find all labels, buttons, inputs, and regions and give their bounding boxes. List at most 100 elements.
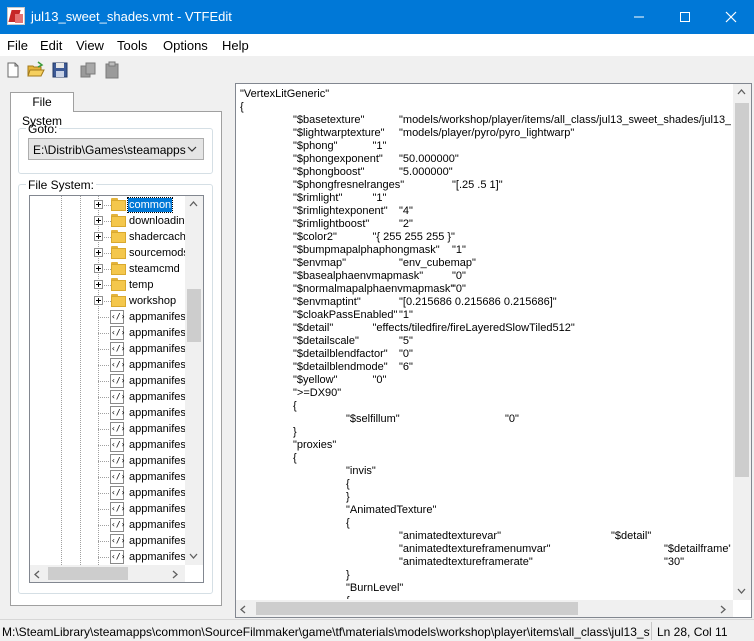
tree-file-item[interactable]: ‹/› appmanifes bbox=[30, 501, 185, 517]
editor-text-area[interactable]: "VertexLitGeneric"{"$basetexture" "models… bbox=[236, 84, 731, 599]
scroll-thumb[interactable] bbox=[735, 103, 749, 477]
tree-file-item[interactable]: ‹/› appmanifes bbox=[30, 309, 185, 325]
code-line-key: "$rimlightexponent" bbox=[293, 205, 388, 217]
paste-icon[interactable] bbox=[103, 61, 121, 79]
tree-file-item[interactable]: ‹/› appmanifes bbox=[30, 485, 185, 501]
tree-folder-item[interactable]: workshop bbox=[30, 293, 185, 309]
menu-file[interactable]: File bbox=[7, 38, 28, 53]
script-file-icon: ‹/› bbox=[110, 406, 125, 420]
tree-file-item[interactable]: ‹/› appmanifes bbox=[30, 405, 185, 421]
tree-item-label: appmanifes bbox=[129, 519, 185, 531]
code-line-key: { bbox=[293, 452, 297, 464]
open-folder-icon[interactable] bbox=[27, 61, 45, 79]
tree-folder-item[interactable]: temp bbox=[30, 277, 185, 293]
expand-plus-icon[interactable] bbox=[94, 296, 103, 305]
editor-vertical-scrollbar[interactable] bbox=[733, 84, 751, 600]
menu-options[interactable]: Options bbox=[163, 38, 208, 53]
save-icon[interactable] bbox=[51, 61, 69, 79]
tree-folder-item[interactable]: downloadin bbox=[30, 213, 185, 229]
menu-bar: File Edit View Tools Options Help bbox=[0, 34, 754, 56]
scroll-left-button[interactable] bbox=[236, 600, 253, 617]
expand-plus-icon[interactable] bbox=[94, 280, 103, 289]
code-line-key: { bbox=[346, 478, 350, 490]
expand-plus-icon[interactable] bbox=[94, 248, 103, 257]
tree-vertical-scrollbar[interactable] bbox=[185, 196, 203, 565]
code-line-key: "AnimatedTexture" bbox=[346, 504, 437, 516]
tree-file-item[interactable]: ‹/› appmanifes bbox=[30, 357, 185, 373]
scroll-down-button[interactable] bbox=[733, 583, 750, 600]
maximize-button[interactable] bbox=[662, 0, 708, 34]
copy-icon[interactable] bbox=[79, 61, 97, 79]
file-system-tree[interactable]: common downloadin shadercach sourcemods stea… bbox=[29, 195, 204, 583]
code-line-key: "animatedtexturevar" bbox=[399, 530, 501, 542]
script-file-icon: ‹/› bbox=[110, 518, 125, 532]
expand-plus-icon[interactable] bbox=[94, 232, 103, 241]
tree-connector bbox=[98, 445, 109, 446]
goto-combobox[interactable]: E:\Distrib\Games\steamapps bbox=[28, 138, 204, 160]
code-line-value: "$detail" bbox=[611, 530, 652, 542]
tree-folder-item[interactable]: common bbox=[30, 197, 185, 213]
tree-file-item[interactable]: ‹/› appmanifes bbox=[30, 549, 185, 565]
code-line-value: "1" bbox=[372, 140, 387, 152]
tree-file-item[interactable]: ‹/› appmanifes bbox=[30, 437, 185, 453]
tab-file-system[interactable]: File System bbox=[10, 92, 74, 128]
menu-tools[interactable]: Tools bbox=[117, 38, 147, 53]
tree-file-item[interactable]: ‹/› appmanifes bbox=[30, 517, 185, 533]
scroll-up-button[interactable] bbox=[185, 196, 202, 213]
folder-icon bbox=[111, 198, 126, 211]
tree-folder-item[interactable]: sourcemods bbox=[30, 245, 185, 261]
tree-file-item[interactable]: ‹/› appmanifes bbox=[30, 389, 185, 405]
tree-connector bbox=[98, 397, 109, 398]
tree-file-item[interactable]: ‹/› appmanifes bbox=[30, 469, 185, 485]
code-line-value: "1" bbox=[372, 192, 387, 204]
new-file-icon[interactable] bbox=[4, 61, 22, 79]
code-line-key: "$yellow" bbox=[293, 374, 338, 386]
code-line-key: { bbox=[293, 400, 297, 412]
scroll-right-button[interactable] bbox=[716, 600, 733, 617]
tree-file-item[interactable]: ‹/› appmanifes bbox=[30, 325, 185, 341]
scroll-up-button[interactable] bbox=[733, 84, 750, 101]
tree-file-item[interactable]: ‹/› appmanifes bbox=[30, 533, 185, 549]
script-file-icon: ‹/› bbox=[110, 454, 125, 468]
vtfedit-app-icon[interactable] bbox=[7, 7, 25, 25]
code-line-key: } bbox=[293, 426, 297, 438]
scroll-thumb[interactable] bbox=[187, 289, 201, 342]
scroll-down-button[interactable] bbox=[185, 548, 202, 565]
tree-file-item[interactable]: ‹/› appmanifes bbox=[30, 373, 185, 389]
vmt-text-editor[interactable]: "VertexLitGeneric"{"$basetexture" "models… bbox=[235, 83, 752, 618]
tree-connector bbox=[98, 493, 109, 494]
tree-file-item[interactable]: ‹/› appmanifes bbox=[30, 453, 185, 469]
menu-help[interactable]: Help bbox=[222, 38, 249, 53]
tree-file-item[interactable]: ‹/› appmanifes bbox=[30, 421, 185, 437]
expand-plus-icon[interactable] bbox=[94, 216, 103, 225]
tree-viewport: common downloadin shadercach sourcemods stea… bbox=[30, 196, 185, 565]
code-line-value: "{ 255 255 255 }" bbox=[372, 231, 455, 243]
tree-item-label: shadercach bbox=[129, 231, 185, 243]
chevron-right-icon bbox=[172, 570, 178, 579]
menu-edit[interactable]: Edit bbox=[40, 38, 62, 53]
tree-item-label: appmanifes bbox=[129, 359, 185, 371]
code-line-value: "0" bbox=[505, 413, 519, 425]
code-line-key: { bbox=[346, 517, 350, 529]
scroll-right-button[interactable] bbox=[168, 565, 185, 582]
minimize-button[interactable] bbox=[616, 0, 662, 34]
tree-file-item[interactable]: ‹/› appmanifes bbox=[30, 341, 185, 357]
menu-view[interactable]: View bbox=[76, 38, 104, 53]
expand-plus-icon[interactable] bbox=[94, 264, 103, 273]
code-line-value: "6" bbox=[399, 361, 413, 373]
expand-plus-icon[interactable] bbox=[94, 200, 103, 209]
script-file-icon: ‹/› bbox=[110, 374, 125, 388]
close-button[interactable] bbox=[708, 0, 754, 34]
tree-horizontal-scrollbar[interactable] bbox=[30, 565, 185, 582]
tree-folder-item[interactable]: shadercach bbox=[30, 229, 185, 245]
tree-item-label: appmanifes bbox=[129, 407, 185, 419]
editor-horizontal-scrollbar[interactable] bbox=[236, 600, 733, 617]
scroll-left-button[interactable] bbox=[30, 565, 47, 582]
code-line-key: "$color2" bbox=[293, 231, 337, 243]
code-line-value: "30" bbox=[664, 556, 685, 568]
code-line-value: "4" bbox=[399, 205, 413, 217]
scroll-thumb[interactable] bbox=[256, 602, 578, 615]
tree-folder-item[interactable]: steamcmd bbox=[30, 261, 185, 277]
scroll-thumb[interactable] bbox=[48, 567, 128, 580]
chevron-up-icon bbox=[737, 89, 746, 95]
